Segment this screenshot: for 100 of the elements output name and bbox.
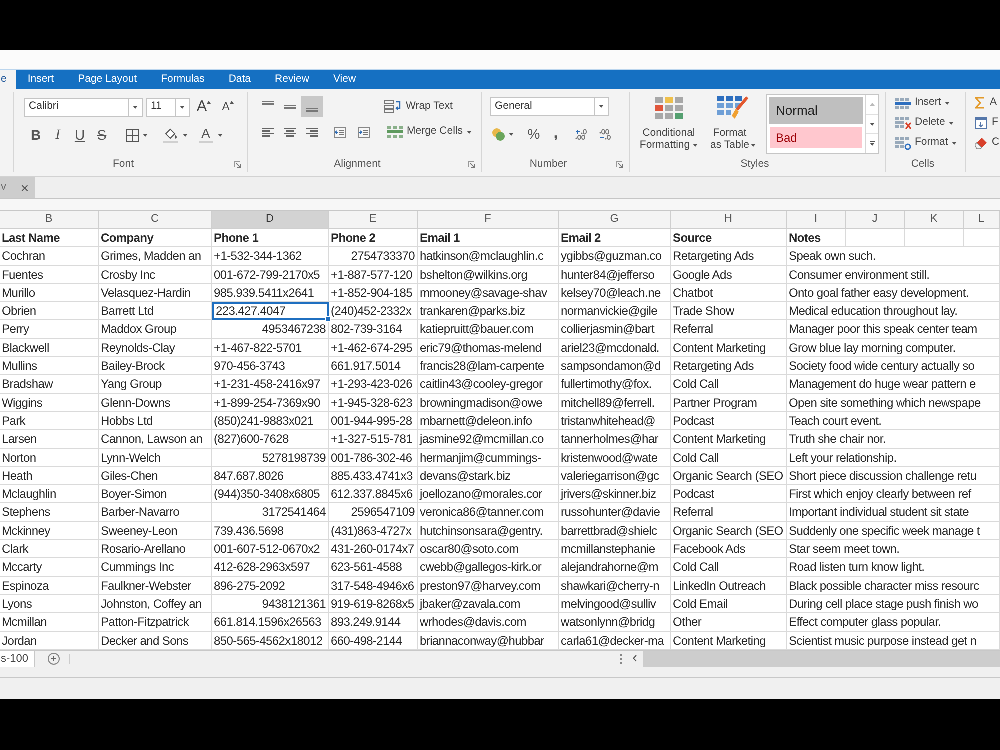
underline-button[interactable]: U: [69, 125, 91, 145]
column-header[interactable]: F: [418, 211, 559, 229]
table-cell: Glenn-Downs: [99, 394, 212, 412]
header-cell: Phone 2: [329, 229, 418, 248]
table-cell: 885.433.4741x3: [329, 466, 418, 486]
table-cell: 001-672-799-2170x5: [212, 266, 329, 284]
column-header[interactable]: H: [671, 211, 787, 229]
table-cell: (850)241-9883x021: [212, 412, 329, 430]
fill-handle[interactable]: [325, 316, 331, 322]
dropdown-button[interactable]: [176, 98, 190, 116]
table-cell: Grimes, Madden an: [99, 247, 212, 266]
table-cell: Patton-Fitzpatrick: [99, 613, 212, 632]
caret-up-icon: [207, 101, 211, 104]
conditional-formatting-button[interactable]: Conditional Formatting: [637, 93, 701, 151]
table-cell: Other: [671, 613, 787, 632]
column-header[interactable]: K: [905, 211, 964, 229]
sigma-button[interactable]: A: [975, 93, 1000, 113]
table-cell: Lynn-Welch: [99, 448, 212, 467]
italic-button[interactable]: I: [47, 125, 69, 145]
font-name-field[interactable]: Calibri: [24, 98, 129, 116]
dropdown-button[interactable]: [129, 98, 143, 116]
table-cell: During cell place stage push finish wo: [787, 594, 1000, 614]
font-color-button[interactable]: A: [196, 125, 226, 145]
caret-up-icon: [230, 101, 234, 104]
table-cell: Johnston, Coffey an: [99, 594, 212, 614]
merge-cells-button[interactable]: Merge Cells: [387, 122, 472, 142]
percent-button[interactable]: %: [523, 124, 545, 144]
table-cell: normanvickie@gile: [559, 302, 671, 320]
fill-button[interactable]: F: [975, 113, 1000, 133]
table-cell: Barber-Navarro: [99, 503, 212, 522]
table-cell: Lyons: [0, 594, 99, 614]
dropdown-button[interactable]: [595, 97, 609, 116]
ribbon-tab[interactable]: e: [0, 70, 16, 89]
table-cell: Consumer environment still.: [787, 266, 1000, 284]
format-as-table-button[interactable]: Format as Table: [707, 93, 759, 151]
strikethrough-button[interactable]: S: [91, 125, 113, 145]
align-top-icon: [262, 101, 274, 105]
table-cell: 412-628-2963x597: [212, 558, 329, 577]
table-cell: Cold Email: [671, 594, 787, 614]
delete-cells-button[interactable]: Delete: [895, 113, 965, 133]
grow-font-button[interactable]: A: [194, 97, 214, 117]
column-header[interactable]: G: [559, 211, 671, 229]
table-cell: 2754733370: [329, 247, 418, 266]
eraser-button[interactable]: C: [975, 133, 1000, 153]
dialog-launcher-button[interactable]: [615, 160, 624, 169]
ribbon-tab[interactable]: Page Layout: [66, 70, 150, 89]
plus-circle-icon: [48, 652, 60, 665]
document-tab[interactable]: v ×: [0, 177, 35, 198]
column-header[interactable]: D: [212, 211, 329, 229]
normal-style-item[interactable]: Normal: [769, 97, 863, 124]
table-cell: 223.427.4047: [212, 302, 329, 320]
column-header[interactable]: C: [99, 211, 212, 229]
table-cell: jasmine92@mcmillan.co: [418, 430, 559, 449]
table-cell: +1-852-904-185: [329, 284, 418, 302]
align-bottom-button[interactable]: [301, 96, 323, 117]
format-cells-button[interactable]: Format: [895, 133, 965, 153]
table-cell: Manager poor this speak center team: [787, 320, 1000, 339]
table-cell: +1-467-822-5701: [212, 338, 329, 358]
column-header[interactable]: J: [846, 211, 905, 229]
dialog-launcher-button[interactable]: [467, 160, 476, 169]
group-label: Number: [530, 159, 568, 170]
add-sheet-button[interactable]: [47, 650, 60, 667]
table-cell: alejandrahorne@m: [559, 558, 671, 577]
table-cell: preston97@harvey.com: [418, 576, 559, 595]
scrollbar-thumb[interactable]: [643, 650, 1000, 667]
group-label: Font: [112, 159, 134, 170]
column-header[interactable]: I: [787, 211, 846, 229]
table-cell: 739.436.5698: [212, 522, 329, 540]
table-cell: 612.337.8845x6: [329, 485, 418, 504]
column-header[interactable]: B: [0, 211, 99, 229]
ribbon-tab[interactable]: Formulas: [149, 70, 217, 89]
column-header[interactable]: E: [329, 211, 418, 229]
ribbon-tab[interactable]: Data: [216, 70, 264, 89]
table-cell: +1-532-344-1362: [212, 247, 329, 266]
wrap-text-button[interactable]: Wrap Text: [384, 96, 453, 117]
bold-button[interactable]: B: [25, 125, 47, 145]
table-cell: hutchinsonsara@gentry.: [418, 522, 559, 540]
column-header[interactable]: L: [964, 211, 1000, 229]
table-cell: Mclaughlin: [0, 485, 99, 504]
table-cell: Facebook Ads: [671, 540, 787, 558]
merge-cells-icon: [387, 126, 403, 138]
ribbon-tab[interactable]: Review: [263, 70, 322, 89]
header-cell: Phone 1: [212, 229, 329, 248]
bad-style-item[interactable]: Bad: [770, 127, 862, 148]
close-button[interactable]: ×: [20, 180, 29, 194]
header-cell: Last Name: [0, 229, 99, 248]
dialog-launcher-button[interactable]: [233, 160, 242, 169]
decrease-indent-icon: [334, 126, 346, 138]
number-format-field[interactable]: General: [490, 97, 595, 116]
comma-button[interactable]: ,: [545, 124, 567, 144]
ribbon-tab[interactable]: Insert: [16, 70, 66, 89]
sheet-tab[interactable]: s-100: [0, 650, 35, 667]
font-size-field[interactable]: 11: [146, 98, 176, 116]
shrink-font-button[interactable]: A: [218, 97, 238, 117]
fill-down-icon: [975, 117, 987, 129]
table-cell: 896-275-2092: [212, 576, 329, 595]
table-cell: caitlin43@cooley-gregor: [418, 375, 559, 394]
insert-cells-button[interactable]: Insert: [895, 93, 965, 113]
table-cell: Organic Search (SEO: [671, 522, 787, 540]
ribbon-tab[interactable]: View: [321, 70, 368, 89]
